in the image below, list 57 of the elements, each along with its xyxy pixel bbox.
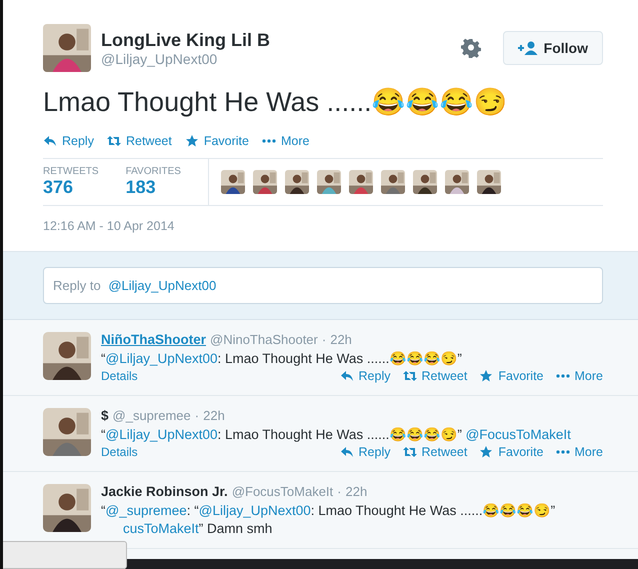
star-icon (184, 135, 199, 147)
author-name: $ (101, 408, 109, 423)
stat-label: RETWEETS (43, 166, 99, 177)
mention-link[interactable]: @_supremee (106, 503, 187, 518)
tweet-time: 22h (346, 484, 368, 499)
favorite-link[interactable]: Favorite (184, 134, 249, 148)
reply-field[interactable]: Reply to @Liljay_UpNext00 (43, 267, 603, 304)
more-link[interactable]: More (262, 134, 310, 148)
mention-link[interactable]: @Liljay_UpNext00 (106, 351, 218, 366)
mention-link[interactable]: @FocusToMakeIt (466, 427, 571, 442)
tweet-time: 22h (330, 332, 352, 347)
more-link[interactable]: More (556, 369, 603, 383)
separator-dot: · (337, 484, 342, 499)
details-link[interactable]: Details (101, 445, 138, 459)
reply-icon (340, 446, 354, 458)
author-handle: @NinoThaShooter (210, 332, 318, 347)
retweet-icon (106, 135, 121, 147)
details-link[interactable]: Details (101, 369, 138, 383)
reply-link[interactable]: Reply (340, 369, 390, 383)
reply-text: cusToMakeIt” Damn smh (122, 521, 274, 536)
author-handle: @FocusToMakeIt (232, 484, 334, 499)
user-handle: @Liljay_UpNext00 (101, 50, 218, 66)
tweet-time: 22h (203, 408, 225, 423)
timestamp: 12:16 AM - 10 Apr 2014 (43, 219, 176, 233)
star-icon (479, 370, 494, 382)
separator-dot: · (322, 332, 326, 347)
retweet-link[interactable]: Retweet (402, 369, 468, 383)
favorite-link[interactable]: Favorite (479, 369, 544, 383)
stat-label: FAVORITES (126, 166, 181, 177)
favorite-link[interactable]: Favorite (479, 445, 544, 459)
retweet-icon (402, 446, 416, 458)
mention-link[interactable]: @Liljay_UpNext00 (106, 427, 218, 442)
mention-link[interactable]: cusToMakeIt (123, 521, 199, 536)
reply-text: “@_supremee: “@Liljay_UpNext00: Lmao Thought He Was ......😂😂😂😏” (101, 502, 556, 518)
separator-dot: · (194, 408, 200, 423)
tweet-text: Lmao Thought He Was ......😂😂😂😏 (43, 86, 509, 118)
follow-button[interactable]: Follow (502, 31, 603, 65)
author-name[interactable]: NiñoThaShooter (101, 332, 206, 347)
reply-text: “@Liljay_UpNext00: Lmao Thought He Was ......😂😂😂😏” @FocusToMakeIt (101, 426, 572, 442)
reply-icon (340, 370, 354, 382)
add-user-icon (518, 41, 538, 55)
mention-link[interactable]: @Liljay_UpNext00 (198, 503, 311, 518)
reply-link[interactable]: Reply (340, 445, 390, 459)
author-handle: @_supremee (112, 408, 191, 423)
retweet-link[interactable]: Retweet (402, 445, 468, 459)
author-name: Jackie Robinson Jr. (101, 484, 228, 499)
settings-icon[interactable] (460, 38, 481, 58)
reply-text: “@Liljay_UpNext00: Lmao Thought He Was ......😂😂😂😏” (101, 350, 463, 366)
user-name: LongLive King Lil B (101, 30, 271, 50)
reply-icon (43, 135, 57, 147)
stat-count[interactable]: 183 (126, 177, 181, 198)
retweet-icon (402, 370, 416, 382)
more-link[interactable]: More (556, 445, 603, 459)
stat-count[interactable]: 376 (43, 177, 99, 198)
star-icon (479, 446, 494, 458)
retweet-link[interactable]: Retweet (106, 134, 172, 148)
reply-link[interactable]: Reply (43, 134, 94, 148)
